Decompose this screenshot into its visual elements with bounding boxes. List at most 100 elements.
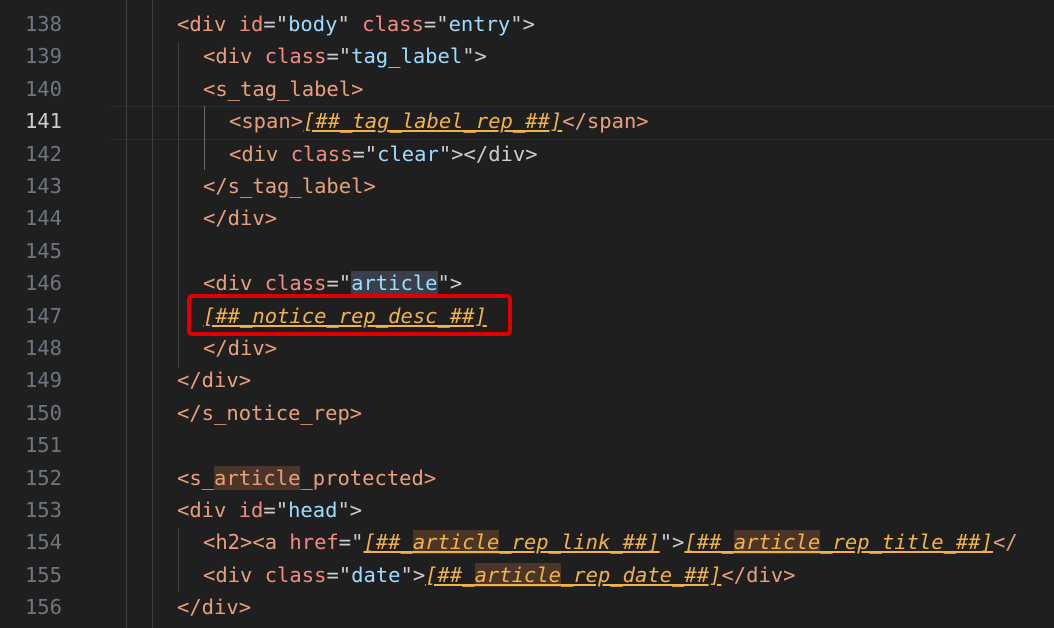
line-number: 143 bbox=[24, 174, 62, 198]
token: </ bbox=[992, 530, 1018, 555]
indent-guide bbox=[178, 42, 179, 368]
indent-guide bbox=[126, 0, 127, 628]
token: id bbox=[238, 498, 264, 522]
token: class bbox=[290, 141, 353, 166]
code-line-144: </div> bbox=[203, 202, 277, 234]
indent-guide bbox=[178, 528, 179, 592]
token: date bbox=[351, 562, 401, 587]
template-placeholder: [##_ bbox=[684, 530, 734, 555]
code-line-148: </div> bbox=[203, 332, 277, 364]
token: <div bbox=[177, 498, 239, 522]
token: head bbox=[288, 498, 338, 522]
token: class bbox=[264, 44, 327, 69]
token: "> bbox=[437, 271, 463, 296]
line-number: 151 bbox=[24, 433, 62, 458]
token: body bbox=[288, 12, 338, 36]
token: =" bbox=[326, 44, 352, 69]
token: <h2><a bbox=[203, 530, 290, 555]
line-number: 145 bbox=[24, 238, 62, 263]
token: <div bbox=[203, 44, 265, 69]
token: <s_ bbox=[177, 465, 215, 490]
token: "> bbox=[462, 44, 487, 69]
token: class bbox=[264, 562, 327, 587]
line-number: 146 bbox=[24, 271, 62, 296]
line-number: 149 bbox=[24, 368, 62, 393]
token: tag_label bbox=[351, 44, 463, 69]
code-line-153: <div id="head"> bbox=[177, 494, 362, 526]
indent-guide-active bbox=[204, 106, 205, 170]
template-placeholder: article bbox=[474, 562, 561, 587]
indent-guide bbox=[152, 0, 153, 628]
token: " bbox=[337, 12, 363, 36]
line-number: 154 bbox=[24, 530, 62, 555]
code-line-139: <div class="tag_label"> bbox=[203, 40, 487, 72]
line-number: 147 bbox=[24, 303, 62, 328]
token: href bbox=[289, 530, 339, 555]
template-placeholder: [##_ bbox=[425, 562, 475, 587]
template-placeholder: [##_tag_label_rep_##] bbox=[303, 109, 563, 134]
code-line-154: <h2><a href="[##_article_rep_link_##]">[… bbox=[203, 526, 1018, 558]
token: <span> bbox=[229, 109, 304, 134]
token: id bbox=[238, 12, 264, 36]
token: </div> bbox=[177, 595, 252, 620]
token: article bbox=[214, 465, 301, 490]
token: "> bbox=[659, 530, 685, 555]
token: _protected> bbox=[300, 465, 437, 490]
token: </div> bbox=[203, 206, 278, 231]
token: "></div> bbox=[438, 141, 538, 166]
template-placeholder: _rep_date_##] bbox=[560, 562, 722, 587]
line-number: 142 bbox=[24, 141, 62, 166]
line-number: 144 bbox=[24, 206, 62, 231]
line-number: 150 bbox=[24, 400, 62, 425]
token: </div> bbox=[203, 336, 278, 360]
code-line-142: <div class="clear"></div> bbox=[229, 138, 538, 170]
code-line-138: <div id="body" class="entry"> bbox=[177, 8, 535, 40]
token: </div> bbox=[177, 368, 252, 393]
line-number: 138 bbox=[24, 12, 62, 36]
code-line-155: <div class="date">[##_article_rep_date_#… bbox=[203, 559, 795, 591]
token: <div bbox=[203, 271, 265, 296]
line-number: 156 bbox=[24, 595, 62, 620]
line-number-gutter: 138 139 140 141 142 143 144 145 146 147 … bbox=[0, 0, 110, 628]
template-placeholder: _rep_title_##] bbox=[820, 530, 993, 555]
token: class bbox=[362, 12, 424, 36]
token: entry bbox=[448, 12, 511, 36]
code-line-156: </div> bbox=[177, 591, 251, 623]
token: <div bbox=[177, 12, 239, 36]
token: =" bbox=[326, 271, 352, 296]
token: =" bbox=[352, 141, 378, 166]
token: "> bbox=[337, 498, 363, 522]
line-number: 139 bbox=[24, 44, 62, 69]
token: =" bbox=[263, 498, 289, 522]
token: </div> bbox=[721, 562, 796, 587]
annotation-highlight-box bbox=[187, 294, 512, 336]
code-line-150: </s_notice_rep> bbox=[177, 397, 362, 429]
line-number: 140 bbox=[24, 76, 62, 101]
token: "> bbox=[510, 12, 535, 36]
template-placeholder: [##_ bbox=[363, 530, 413, 555]
template-placeholder: article bbox=[733, 530, 821, 555]
token: </s_tag_label> bbox=[203, 174, 376, 198]
line-number-active: 141 bbox=[24, 109, 62, 134]
token: <div bbox=[203, 562, 265, 587]
line-number: 152 bbox=[24, 465, 62, 490]
line-number: 148 bbox=[24, 336, 62, 360]
line-number: 153 bbox=[24, 498, 62, 522]
code-line-141: <span>[##_tag_label_rep_##]</span> bbox=[229, 105, 649, 137]
token: class bbox=[264, 271, 327, 296]
token: article bbox=[351, 271, 438, 296]
token: </span> bbox=[562, 109, 649, 134]
token: =" bbox=[263, 12, 289, 36]
token: </s_notice_rep> bbox=[177, 400, 363, 425]
token: =" bbox=[423, 12, 449, 36]
token: <div bbox=[229, 141, 291, 166]
code-line-152: <s_article_protected> bbox=[177, 462, 436, 494]
line-number: 155 bbox=[24, 562, 62, 587]
token: <s_tag_label> bbox=[203, 76, 364, 101]
token: "> bbox=[400, 562, 426, 587]
template-placeholder: article bbox=[412, 530, 500, 555]
token: clear bbox=[377, 141, 439, 166]
template-placeholder: _rep_link_##] bbox=[499, 530, 660, 555]
token: =" bbox=[338, 530, 364, 555]
code-line-149: </div> bbox=[177, 364, 251, 396]
